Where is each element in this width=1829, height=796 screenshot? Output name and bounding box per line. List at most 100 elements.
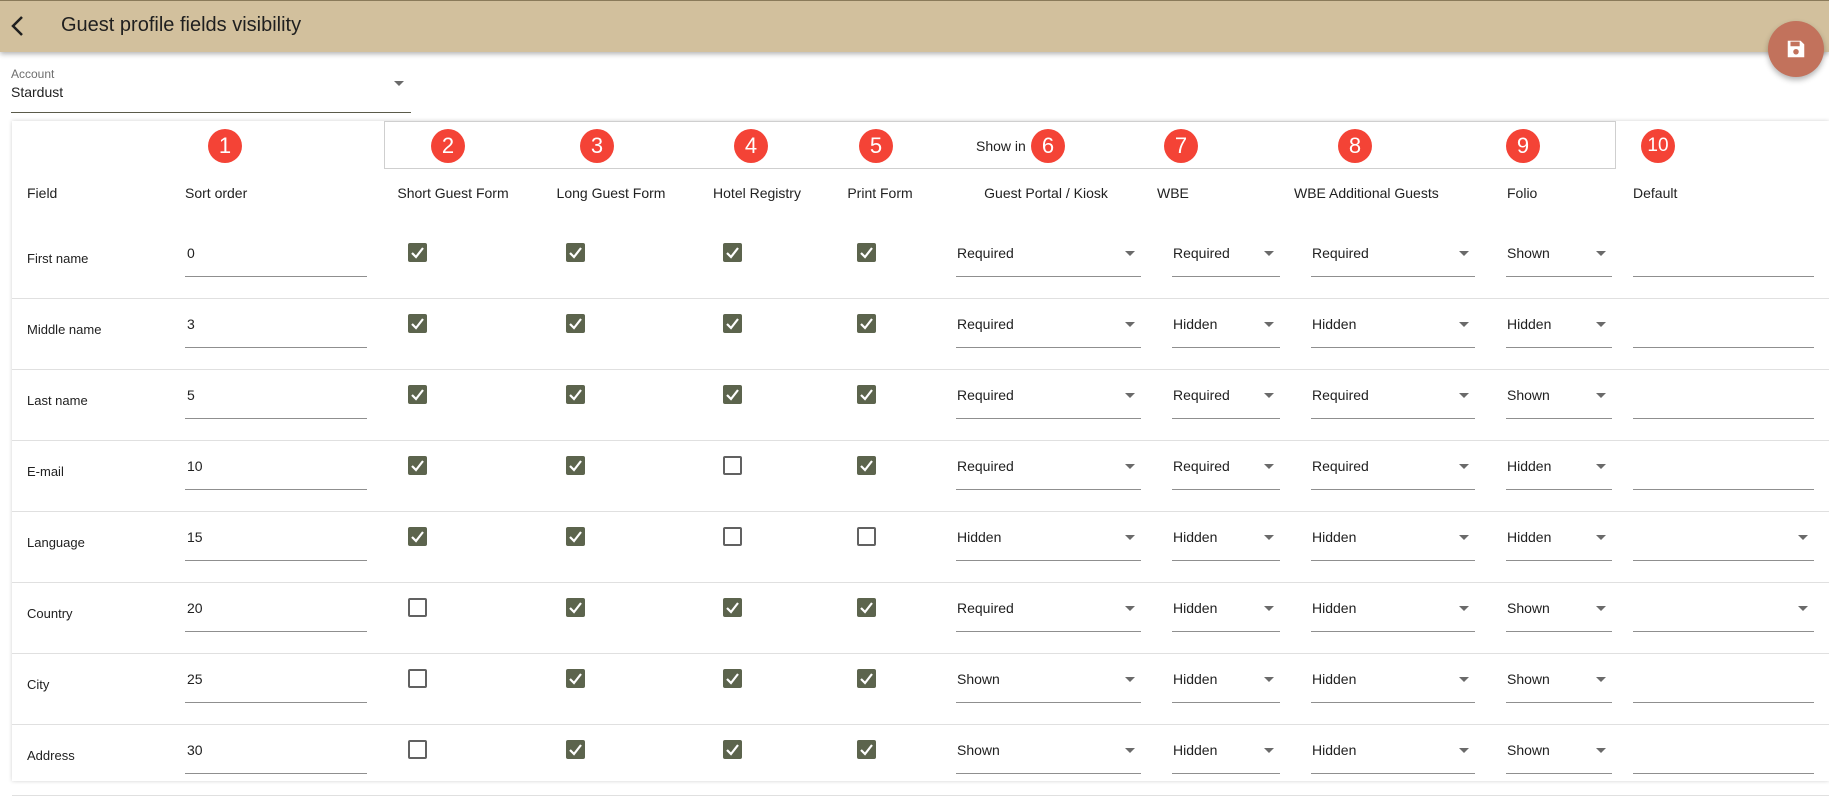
wbe-additional-guests-select[interactable]: Hidden	[1311, 725, 1475, 774]
wbe-select[interactable]: Hidden	[1172, 583, 1280, 632]
sort-order-value: 0	[187, 245, 195, 261]
default-input[interactable]	[1633, 654, 1814, 703]
caret-down-icon	[1596, 677, 1606, 682]
hotel-registry-checkbox[interactable]	[723, 456, 742, 475]
wbe-additional-guests-select[interactable]: Required	[1311, 370, 1475, 419]
wbe-additional-guests-select[interactable]: Required	[1311, 441, 1475, 490]
short-guest-form-checkbox[interactable]	[408, 527, 427, 546]
default-select[interactable]	[1633, 512, 1814, 561]
short-guest-form-checkbox[interactable]	[408, 314, 427, 333]
sort-order-input[interactable]: 3	[185, 299, 367, 348]
folio-select[interactable]: Shown	[1506, 725, 1612, 774]
folio-select[interactable]: Hidden	[1506, 441, 1612, 490]
col-header-default: Default	[1633, 185, 1678, 201]
caret-down-icon	[1264, 251, 1274, 256]
wbe-select[interactable]: Required	[1172, 228, 1280, 277]
short-guest-form-checkbox[interactable]	[408, 669, 427, 688]
default-input[interactable]	[1633, 441, 1814, 490]
default-input[interactable]	[1633, 370, 1814, 419]
default-select[interactable]	[1633, 583, 1814, 632]
print-form-checkbox[interactable]	[857, 314, 876, 333]
top-app-bar: Guest profile fields visibility	[0, 0, 1829, 52]
guest-portal-select[interactable]: Required	[956, 299, 1141, 348]
hotel-registry-checkbox[interactable]	[723, 527, 742, 546]
guest-portal-select[interactable]: Shown	[956, 725, 1141, 774]
long-guest-form-checkbox[interactable]	[566, 598, 585, 617]
hotel-registry-checkbox[interactable]	[723, 385, 742, 404]
caret-down-icon	[1125, 748, 1135, 753]
hotel-registry-checkbox[interactable]	[723, 740, 742, 759]
folio-select[interactable]: Hidden	[1506, 299, 1612, 348]
short-guest-form-checkbox[interactable]	[408, 456, 427, 475]
long-guest-form-checkbox[interactable]	[566, 669, 585, 688]
caret-down-icon	[1596, 251, 1606, 256]
caret-down-icon	[1264, 322, 1274, 327]
folio-select[interactable]: Shown	[1506, 654, 1612, 703]
long-guest-form-checkbox[interactable]	[566, 527, 585, 546]
long-guest-form-checkbox[interactable]	[566, 740, 585, 759]
long-guest-form-checkbox[interactable]	[566, 243, 585, 262]
sort-order-input[interactable]: 30	[185, 725, 367, 774]
caret-down-icon	[1264, 748, 1274, 753]
sort-order-input[interactable]: 0	[185, 228, 367, 277]
short-guest-form-checkbox[interactable]	[408, 385, 427, 404]
sort-order-input[interactable]: 15	[185, 512, 367, 561]
hotel-registry-checkbox[interactable]	[723, 669, 742, 688]
long-guest-form-checkbox[interactable]	[566, 385, 585, 404]
default-input[interactable]	[1633, 299, 1814, 348]
wbe-additional-guests-select[interactable]: Hidden	[1311, 654, 1475, 703]
guest-portal-select[interactable]: Required	[956, 583, 1141, 632]
sort-order-input[interactable]: 10	[185, 441, 367, 490]
print-form-checkbox[interactable]	[857, 243, 876, 262]
sort-order-input[interactable]: 25	[185, 654, 367, 703]
column-number-badge: 4	[734, 129, 768, 163]
print-form-checkbox[interactable]	[857, 385, 876, 404]
wbe-select[interactable]: Required	[1172, 370, 1280, 419]
default-input[interactable]	[1633, 725, 1814, 774]
wbe-select[interactable]: Hidden	[1172, 725, 1280, 774]
print-form-checkbox[interactable]	[857, 527, 876, 546]
wbe-select[interactable]: Hidden	[1172, 299, 1280, 348]
wbe-additional-guests-select[interactable]: Hidden	[1311, 583, 1475, 632]
short-guest-form-checkbox[interactable]	[408, 740, 427, 759]
print-form-checkbox[interactable]	[857, 669, 876, 688]
check-icon	[569, 318, 582, 330]
save-button[interactable]	[1768, 21, 1824, 77]
short-guest-form-checkbox[interactable]	[408, 598, 427, 617]
back-button[interactable]	[4, 11, 34, 41]
wbe-additional-guests-select[interactable]: Hidden	[1311, 299, 1475, 348]
guest-portal-select[interactable]: Shown	[956, 654, 1141, 703]
guest-portal-select[interactable]: Required	[956, 228, 1141, 277]
wbe-additional-guests-select[interactable]: Hidden	[1311, 512, 1475, 561]
hotel-registry-checkbox[interactable]	[723, 243, 742, 262]
check-icon	[726, 744, 739, 756]
long-guest-form-checkbox[interactable]	[566, 456, 585, 475]
folio-select[interactable]: Hidden	[1506, 512, 1612, 561]
guest-portal-select[interactable]: Hidden	[956, 512, 1141, 561]
wbe-select[interactable]: Required	[1172, 441, 1280, 490]
hotel-registry-checkbox[interactable]	[723, 314, 742, 333]
folio-select[interactable]: Shown	[1506, 228, 1612, 277]
account-select[interactable]: Account Stardust	[11, 64, 411, 113]
sort-order-input[interactable]: 5	[185, 370, 367, 419]
print-form-checkbox[interactable]	[857, 456, 876, 475]
caret-down-icon	[1264, 464, 1274, 469]
caret-down-icon	[1264, 606, 1274, 611]
wbe-select[interactable]: Hidden	[1172, 512, 1280, 561]
folio-select[interactable]: Shown	[1506, 370, 1612, 419]
caret-down-icon	[1459, 606, 1469, 611]
short-guest-form-checkbox[interactable]	[408, 243, 427, 262]
default-input[interactable]	[1633, 228, 1814, 277]
sort-order-input[interactable]: 20	[185, 583, 367, 632]
select-value: Hidden	[1507, 529, 1552, 545]
print-form-checkbox[interactable]	[857, 740, 876, 759]
wbe-additional-guests-select[interactable]: Required	[1311, 228, 1475, 277]
print-form-checkbox[interactable]	[857, 598, 876, 617]
folio-select[interactable]: Shown	[1506, 583, 1612, 632]
long-guest-form-checkbox[interactable]	[566, 314, 585, 333]
check-icon	[860, 389, 873, 401]
guest-portal-select[interactable]: Required	[956, 441, 1141, 490]
hotel-registry-checkbox[interactable]	[723, 598, 742, 617]
guest-portal-select[interactable]: Required	[956, 370, 1141, 419]
wbe-select[interactable]: Hidden	[1172, 654, 1280, 703]
